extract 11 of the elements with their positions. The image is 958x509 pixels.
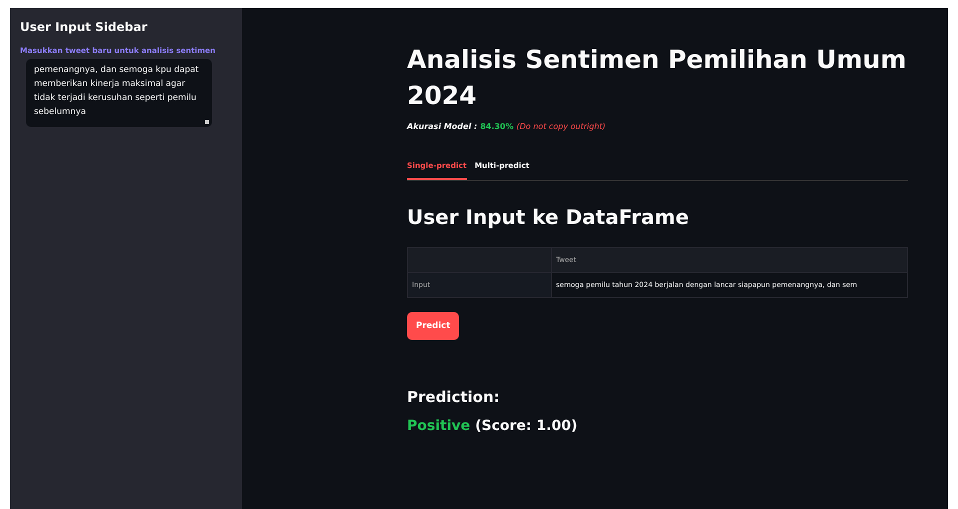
warning-note: (Do not copy outright) [516, 122, 606, 131]
tweet-textarea[interactable]: pemenangnya, dan semoga kpu dapat memberikan kinerja maksimal agar tidak terjadi kerusuhan seperti pemilu sebelumnya [26, 59, 212, 127]
section-title: User Input ke DataFrame [407, 205, 690, 229]
accuracy-value: 84.30% [480, 122, 514, 131]
sentiment-label: Positive [407, 418, 470, 434]
page-title: Analisis Sentimen Pemilihan Umum 2024 [407, 44, 907, 112]
resize-handle-icon[interactable] [205, 120, 209, 124]
score-text: (Score: 1.00) [475, 418, 578, 434]
sidebar-title: User Input Sidebar [20, 20, 148, 34]
accuracy-label: Akurasi Model : [407, 122, 478, 131]
prediction-heading: Prediction: [407, 388, 501, 406]
